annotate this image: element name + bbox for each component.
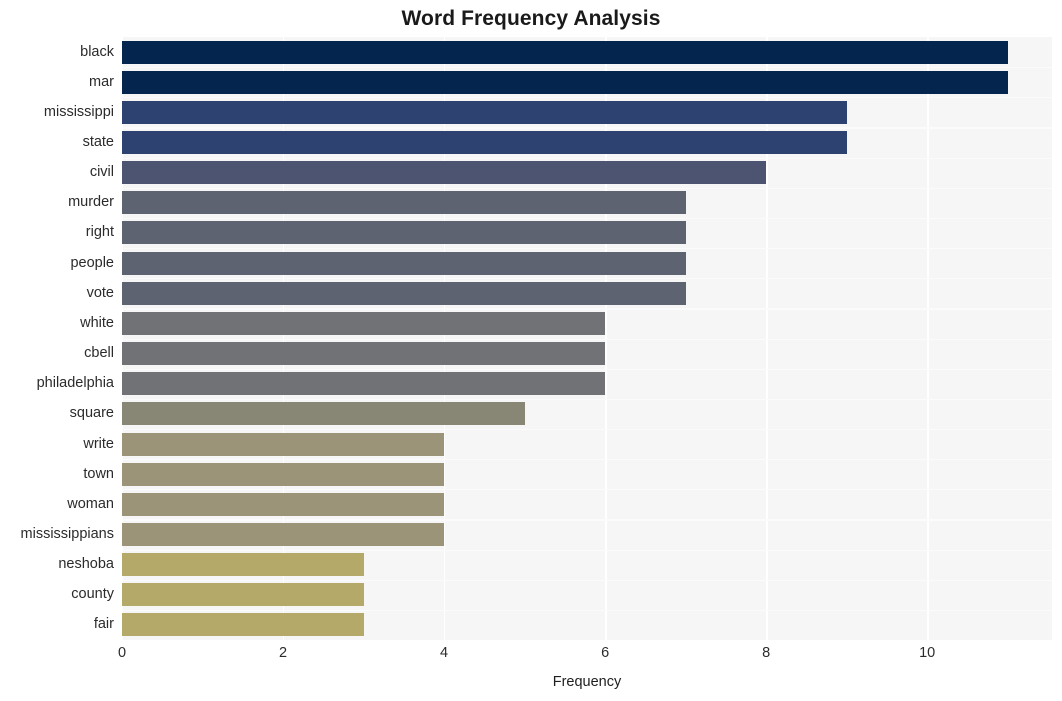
bar xyxy=(122,251,686,275)
gridline-horizontal xyxy=(122,609,1052,612)
y-axis-tick-label: square xyxy=(69,405,114,422)
gridline-horizontal xyxy=(122,428,1052,431)
gridline-horizontal xyxy=(122,308,1052,310)
gridline-horizontal xyxy=(122,187,1052,189)
y-axis-tick-label: county xyxy=(71,586,114,603)
bar xyxy=(122,583,364,607)
y-axis-tick-label: neshoba xyxy=(58,556,114,573)
chart-figure: Word Frequency Analysis black mar mississi… xyxy=(0,0,1062,701)
gridline-horizontal xyxy=(122,217,1052,220)
y-axis-tick-labels: black mar mississippi state civil murder right… xyxy=(0,37,114,640)
gridline-horizontal xyxy=(122,368,1052,370)
gridline-horizontal xyxy=(122,67,1052,69)
y-axis-tick-label: mississippi xyxy=(43,103,114,120)
gridline-horizontal xyxy=(122,459,1052,461)
bar xyxy=(122,191,686,215)
x-axis-tick-label: 0 xyxy=(117,645,127,661)
y-axis-tick-label: mississippians xyxy=(20,525,114,542)
bar xyxy=(122,522,445,546)
chart-title: Word Frequency Analysis xyxy=(401,7,661,30)
bar xyxy=(122,372,606,396)
bar xyxy=(122,462,445,486)
x-axis-tick-label: 4 xyxy=(440,645,449,661)
x-axis-tick-label: 8 xyxy=(762,645,771,661)
y-axis-tick-label: cbell xyxy=(84,345,114,362)
x-axis-tick-labels: 0 2 4 6 8 10 xyxy=(118,643,1052,665)
y-axis-tick-label: black xyxy=(80,43,114,60)
gridline-horizontal xyxy=(122,398,1052,400)
gridline-horizontal xyxy=(122,579,1052,581)
gridline-horizontal xyxy=(122,157,1052,159)
gridline-horizontal xyxy=(122,278,1052,280)
y-axis-tick-label: state xyxy=(82,134,114,151)
gridline-horizontal xyxy=(122,127,1052,129)
y-axis-tick-label: civil xyxy=(89,164,114,181)
y-axis-tick-label: right xyxy=(85,224,114,241)
y-axis-tick-label: white xyxy=(80,314,114,331)
bar xyxy=(122,100,847,124)
y-axis-tick-label: vote xyxy=(86,284,114,301)
y-axis-tick-label: write xyxy=(83,435,114,452)
bar xyxy=(122,402,525,426)
bar xyxy=(122,161,767,185)
bar xyxy=(122,432,445,456)
gridline-horizontal xyxy=(122,97,1052,99)
y-axis-tick-label: mar xyxy=(89,73,114,90)
bar xyxy=(122,281,686,305)
plot-area xyxy=(122,37,1052,640)
gridline-horizontal xyxy=(122,248,1052,250)
gridline-horizontal xyxy=(122,338,1052,340)
x-axis-tick-label: 2 xyxy=(278,645,288,661)
y-axis-tick-label: murder xyxy=(68,194,114,211)
bar xyxy=(122,40,1008,64)
gridline-horizontal xyxy=(122,489,1052,491)
x-axis-title: Frequency xyxy=(552,674,622,690)
gridline-horizontal xyxy=(122,519,1052,521)
bar xyxy=(122,613,364,637)
bar xyxy=(122,131,847,155)
gridline-horizontal xyxy=(122,549,1052,551)
y-axis-tick-label: woman xyxy=(67,495,114,512)
bar xyxy=(122,342,606,366)
bar xyxy=(122,70,1008,94)
y-axis-tick-label: people xyxy=(70,254,114,271)
x-axis-tick-label: 6 xyxy=(601,645,610,661)
y-axis-tick-label: fair xyxy=(93,616,114,633)
y-axis-tick-label: town xyxy=(83,465,114,482)
bar xyxy=(122,492,445,516)
bar xyxy=(122,311,606,335)
bar xyxy=(122,553,364,577)
bar xyxy=(122,221,686,245)
y-axis-tick-label: philadelphia xyxy=(36,375,114,392)
x-axis-tick-label: 10 xyxy=(919,645,936,661)
